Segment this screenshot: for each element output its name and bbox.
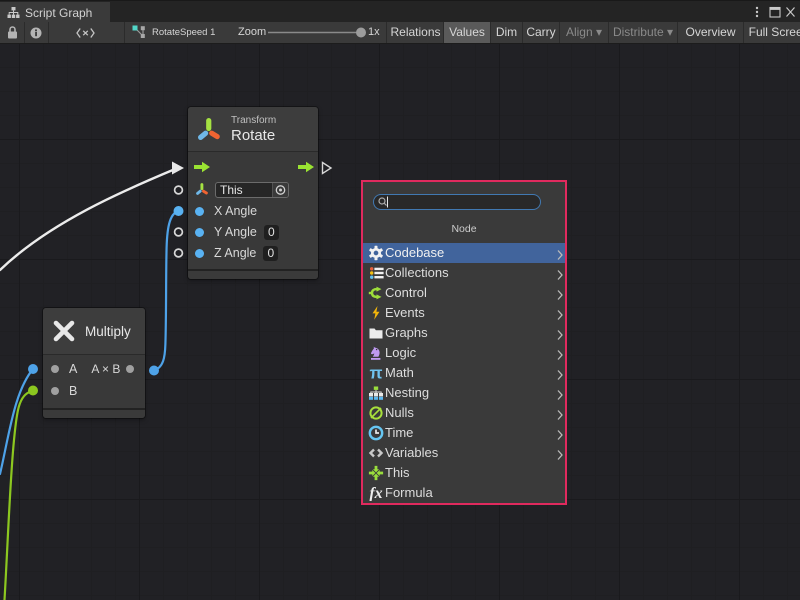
svg-text:π: π (369, 365, 382, 381)
svg-text:fx: fx (369, 485, 382, 501)
